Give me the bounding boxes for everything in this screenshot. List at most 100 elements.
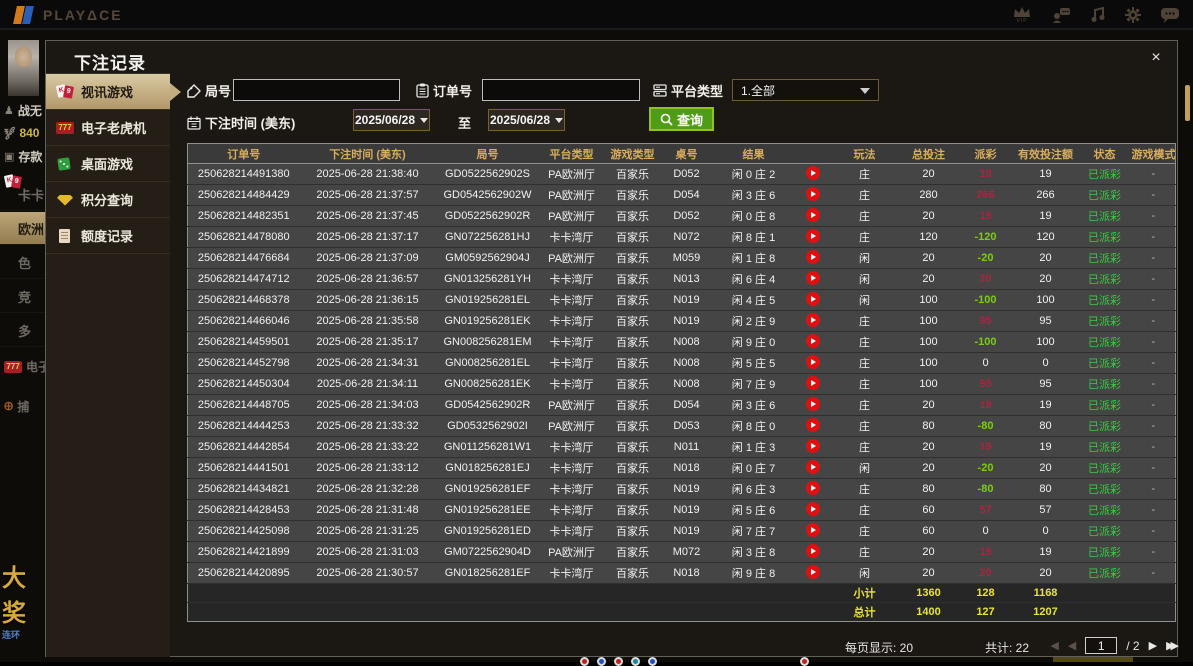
order-number-input[interactable] [482, 79, 640, 101]
lobby-menu-kaka[interactable]: 卡卡 [0, 178, 45, 211]
round-number-cell: GD0542562902W [435, 184, 540, 206]
nav-label: 额度记录 [81, 229, 134, 244]
status-badge: 已派彩 [1077, 499, 1132, 521]
total-bet-cell: 20 [899, 205, 958, 227]
valid-bet-cell: 100 [1013, 289, 1078, 311]
bet-type-cell: 闲 [829, 457, 900, 479]
customer-service-icon[interactable] [1051, 7, 1071, 23]
game-type-cell: 百家乐 [603, 541, 662, 563]
status-badge: 已派彩 [1077, 541, 1132, 563]
nav-item-slots[interactable]: 777 电子老虎机 [46, 110, 170, 146]
first-page-button[interactable]: ◀ [1050, 639, 1058, 652]
game-mode-cell: - [1131, 226, 1176, 248]
replay-button[interactable] [805, 312, 820, 327]
gear-icon[interactable] [1125, 7, 1141, 23]
jackpot-banner[interactable]: 大奖 连环 [2, 558, 45, 648]
replay-button[interactable] [805, 186, 820, 201]
replay-button[interactable] [805, 354, 820, 369]
nav-item-table-games[interactable]: 桌面游戏 [46, 146, 170, 182]
game-mode-cell: - [1131, 478, 1176, 500]
replay-button[interactable] [805, 480, 820, 495]
game-type-cell: 百家乐 [603, 163, 662, 185]
replay-button[interactable] [805, 207, 820, 222]
bet-time-cell: 2025-06-28 21:36:15 [299, 289, 436, 311]
table-row: 250628214441501 2025-06-28 21:33:12 GN01… [187, 457, 1176, 479]
platform-type-select[interactable]: 1.全部 [732, 79, 879, 101]
clipboard-icon [416, 83, 429, 98]
platform-cell: PA欧洲厅 [539, 415, 604, 437]
order-number-cell: 250628214478080 [187, 226, 300, 248]
payout-cell: 0 [957, 520, 1014, 542]
round-number-cell: GM0722562904D [435, 541, 540, 563]
page-total-label: / 2 [1126, 638, 1140, 653]
nav-item-live-games[interactable]: K9 视讯游戏 [46, 74, 181, 110]
site-logo[interactable]: PLAYΔCE [13, 4, 123, 26]
bet-type-cell: 庄 [829, 226, 900, 248]
close-button[interactable]: × [1147, 49, 1165, 67]
prev-page-button[interactable]: ◀ [1068, 639, 1076, 652]
replay-button[interactable] [805, 417, 820, 432]
date-to-picker[interactable]: 2025/06/28 [488, 109, 565, 131]
bet-time-cell: 2025-06-28 21:31:25 [299, 520, 436, 542]
nav-label: 积分查询 [81, 193, 134, 208]
platform-cell: 卡卡湾厅 [539, 331, 604, 353]
date-from-picker[interactable]: 2025/06/28 [353, 109, 430, 131]
avatar[interactable] [8, 40, 39, 96]
total-bet-cell: 20 [899, 541, 958, 563]
table-number-cell: N008 [661, 373, 712, 395]
list-icon [653, 84, 667, 97]
round-number-input[interactable] [233, 79, 400, 101]
replay-button[interactable] [805, 333, 820, 348]
result-cell: 闲 8 庄 1 [711, 226, 796, 248]
nav-item-quota-records[interactable]: 额度记录 [46, 218, 170, 254]
table-row: 250628214420895 2025-06-28 21:30:57 GN01… [187, 562, 1176, 584]
table-row: 250628214459501 2025-06-28 21:35:17 GN00… [187, 331, 1176, 353]
page-scrollbar[interactable] [1185, 85, 1190, 121]
fishing-label[interactable]: 捕 [17, 398, 29, 415]
last-page-button[interactable]: ▶▶ [1166, 639, 1179, 652]
game-type-cell: 百家乐 [603, 226, 662, 248]
nav-item-points[interactable]: 积分查询 [46, 182, 170, 218]
platform-cell: 卡卡湾厅 [539, 478, 604, 500]
lobby-menu-sedie[interactable]: 色 [0, 246, 45, 279]
pagination-bar: 每页显示: 20 共计: 22 ◀ ◀ / 2 ▶ ▶▶ [187, 637, 1179, 657]
replay-button[interactable] [805, 375, 820, 390]
table-number-cell: N018 [661, 562, 712, 584]
replay-button[interactable] [805, 501, 820, 516]
next-page-button[interactable]: ▶ [1149, 639, 1157, 652]
lobby-menu-duotai[interactable]: 多 [0, 314, 45, 347]
lobby-menu-europe[interactable]: 欧洲 [0, 212, 45, 245]
valid-bet-cell: 20 [1013, 457, 1078, 479]
chat-icon[interactable] [1161, 7, 1179, 23]
valid-bet-cell: 19 [1013, 541, 1078, 563]
replay-button[interactable] [805, 270, 820, 285]
replay-button[interactable] [805, 459, 820, 474]
payout-cell: -80 [957, 415, 1014, 437]
subtotal-label: 小计 [829, 583, 900, 603]
result-cell: 闲 7 庄 9 [711, 373, 796, 395]
replay-button[interactable] [805, 396, 820, 411]
column-header: 有效投注额 [1013, 143, 1078, 164]
bet-time-cell: 2025-06-28 21:37:17 [299, 226, 436, 248]
status-badge: 已派彩 [1077, 226, 1132, 248]
deposit-label[interactable]: 存款 [18, 148, 42, 165]
replay-button[interactable] [805, 249, 820, 264]
round-number-cell: GD0522562902S [435, 163, 540, 185]
replay-button[interactable] [805, 543, 820, 558]
lobby-menu-jingmi[interactable]: 竞 [0, 280, 45, 313]
replay-button[interactable] [805, 291, 820, 306]
game-mode-cell: - [1131, 415, 1176, 437]
replay-button[interactable] [805, 522, 820, 537]
payout-cell: 95 [957, 310, 1014, 332]
page-number-input[interactable] [1085, 637, 1118, 654]
replay-button[interactable] [805, 564, 820, 579]
vip-icon[interactable]: VIP [1013, 6, 1031, 24]
round-number-cell: GN019256281EK [435, 310, 540, 332]
search-button[interactable]: 查询 [649, 107, 715, 131]
replay-button[interactable] [805, 438, 820, 453]
music-icon[interactable] [1091, 7, 1105, 23]
order-number-cell: 250628214452798 [187, 352, 300, 374]
grand-total-total: 1400 [899, 602, 958, 622]
replay-button[interactable] [805, 228, 820, 243]
replay-button[interactable] [805, 165, 820, 180]
